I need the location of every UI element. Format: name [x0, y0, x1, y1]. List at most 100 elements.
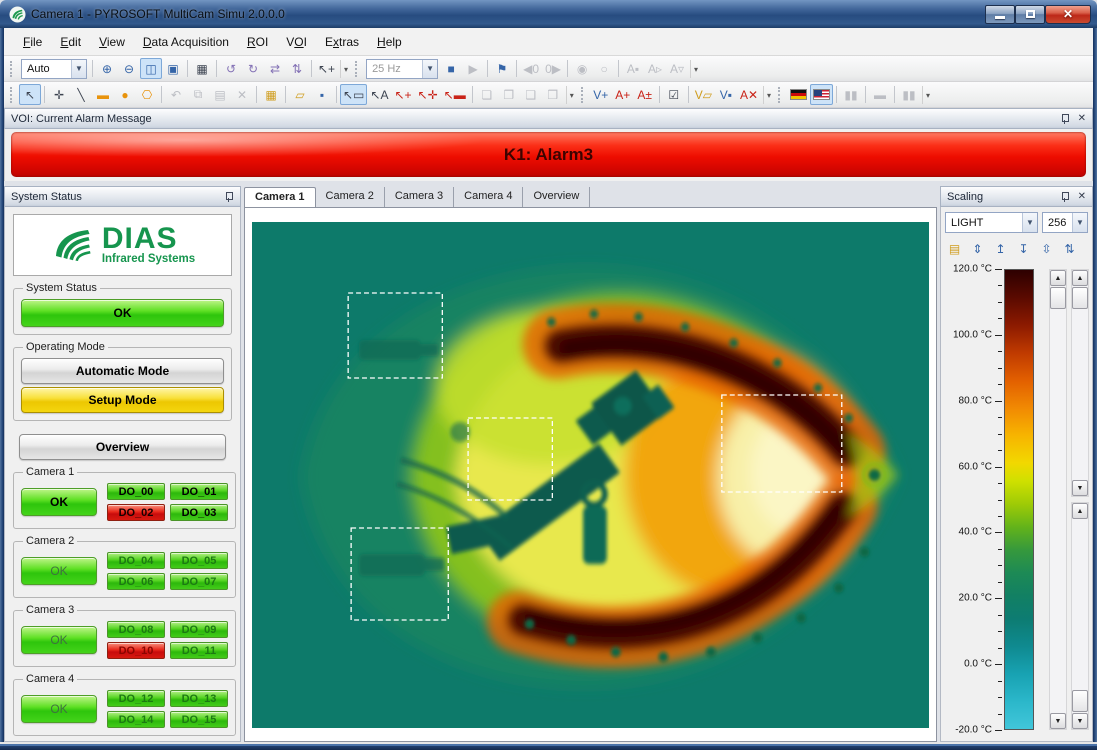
roi-move-mode-icon[interactable]: ↖✛	[415, 84, 441, 105]
alarm-add-icon[interactable]: A+	[612, 84, 634, 105]
scale-expand-icon[interactable]: ⇕	[966, 238, 989, 259]
automatic-mode-button[interactable]: Automatic Mode	[21, 358, 224, 384]
menu-extras[interactable]: Extras	[316, 31, 368, 53]
maximize-button[interactable]	[1015, 5, 1045, 24]
digital-output-do_00[interactable]: DO_00	[107, 483, 165, 500]
delete-icon[interactable]: ✕	[231, 84, 253, 105]
pin-icon[interactable]	[1060, 113, 1070, 124]
toolbar-overflow-icon[interactable]: ▾	[763, 86, 774, 104]
toolbar-overflow-icon[interactable]: ▾	[922, 86, 933, 104]
scrollbar-thumb[interactable]	[1072, 690, 1088, 712]
record-save-icon[interactable]: ◉	[571, 58, 593, 79]
flip-horizontal-icon[interactable]: ⇄	[264, 58, 286, 79]
toolbar-grip[interactable]	[778, 87, 783, 103]
camera-1-status-button[interactable]: OK	[21, 488, 97, 516]
framerate-combo[interactable]: 25 Hz▼	[366, 59, 438, 79]
grid-icon[interactable]: ▦	[191, 58, 213, 79]
roi-point-icon[interactable]: ✛	[48, 84, 70, 105]
alarm-add-output-icon[interactable]: A±	[634, 84, 656, 105]
digital-output-do_07[interactable]: DO_07	[170, 573, 228, 590]
menu-help[interactable]: Help	[368, 31, 411, 53]
toolbar-grip[interactable]	[10, 87, 15, 103]
language-english-flag[interactable]	[810, 84, 833, 105]
scale-min-adjust-icon[interactable]: ↧	[1012, 238, 1035, 259]
pointer-add-icon[interactable]: ↖+	[315, 58, 338, 79]
palette-combo[interactable]: LIGHT ▼	[945, 212, 1038, 233]
scroll-up-icon[interactable]: ▲	[1072, 503, 1088, 519]
copy-icon[interactable]: ⧉	[187, 84, 209, 105]
voi-save-icon[interactable]: V▪	[715, 84, 737, 105]
scale-compress-icon[interactable]: ⇳	[1035, 238, 1058, 259]
minimize-button[interactable]	[985, 5, 1015, 24]
overview-button[interactable]: Overview	[19, 434, 226, 460]
scroll-down-icon[interactable]: ▼	[1072, 713, 1088, 729]
close-button[interactable]: ✕	[1045, 5, 1091, 24]
scroll-up-icon[interactable]: ▲	[1072, 270, 1088, 286]
menu-roi[interactable]: ROI	[238, 31, 277, 53]
save-list-icon[interactable]: A▿	[666, 58, 688, 79]
stop-icon[interactable]: ■	[440, 58, 462, 79]
paste-icon[interactable]: ▤	[209, 84, 231, 105]
select-pointer-icon[interactable]: ↖	[19, 84, 41, 105]
roi-polygon-icon[interactable]: ⎔	[136, 84, 158, 105]
toolbar-grip[interactable]	[355, 61, 360, 77]
roi-label-mode-icon[interactable]: ↖A	[367, 84, 391, 105]
menu-voi[interactable]: VOI	[277, 31, 316, 53]
scale-autoscale-icon[interactable]: ⇅	[1058, 238, 1081, 259]
voi-add-icon[interactable]: V+	[590, 84, 612, 105]
pin-icon[interactable]	[1060, 191, 1070, 202]
digital-output-do_08[interactable]: DO_08	[107, 621, 165, 638]
record-single-icon[interactable]: ○	[593, 58, 615, 79]
digital-output-do_06[interactable]: DO_06	[107, 573, 165, 590]
digital-output-do_02[interactable]: DO_02	[107, 504, 165, 521]
system-status-ok-button[interactable]: OK	[21, 299, 224, 327]
digital-output-do_05[interactable]: DO_05	[170, 552, 228, 569]
tab-camera-4[interactable]: Camera 4	[454, 187, 523, 207]
roi-rectangle-icon[interactable]: ▬	[92, 84, 114, 105]
digital-output-do_15[interactable]: DO_15	[170, 711, 228, 728]
menu-data-acquisition[interactable]: Data Acquisition	[134, 31, 238, 53]
tab-overview[interactable]: Overview	[523, 187, 590, 207]
step-forward-icon[interactable]: 0▶	[542, 58, 564, 79]
flip-vertical-icon[interactable]: ⇅	[286, 58, 308, 79]
scale-max-adjust-icon[interactable]: ↥	[989, 238, 1012, 259]
roi-line-icon[interactable]: ╲	[70, 84, 92, 105]
rotate-right-icon[interactable]: ↻	[242, 58, 264, 79]
play-icon[interactable]: ▶	[462, 58, 484, 79]
digital-output-do_04[interactable]: DO_04	[107, 552, 165, 569]
digital-output-do_10[interactable]: DO_10	[107, 642, 165, 659]
save-page-icon[interactable]: A▹	[644, 58, 666, 79]
layout-split-horizontal-icon[interactable]: ▬	[869, 84, 891, 105]
toolbar-overflow-icon[interactable]: ▾	[690, 60, 701, 78]
scale-max-scrollbar[interactable]: ▲ ▼	[1071, 269, 1089, 497]
zoom-out-icon[interactable]: ⊖	[118, 58, 140, 79]
arrange-front-icon[interactable]: ❏	[476, 84, 498, 105]
arrange-backward-icon[interactable]: ❒	[542, 84, 564, 105]
tab-camera-2[interactable]: Camera 2	[316, 187, 385, 207]
arrange-back-icon[interactable]: ❐	[498, 84, 520, 105]
tab-camera-1[interactable]: Camera 1	[244, 187, 316, 207]
save-ascii-icon[interactable]: A▪	[622, 58, 644, 79]
arrange-forward-icon[interactable]: ❑	[520, 84, 542, 105]
scroll-down-icon[interactable]: ▼	[1072, 480, 1088, 496]
roi-add-mode-icon[interactable]: ↖+	[391, 84, 414, 105]
zoom-in-icon[interactable]: ⊕	[96, 58, 118, 79]
digital-output-do_14[interactable]: DO_14	[107, 711, 165, 728]
close-pane-icon[interactable]: ✕	[1078, 113, 1086, 124]
roi-save-icon[interactable]: ▪	[311, 84, 333, 105]
setup-mode-button[interactable]: Setup Mode	[21, 387, 224, 413]
digital-output-do_13[interactable]: DO_13	[170, 690, 228, 707]
scrollbar-thumb[interactable]	[1072, 287, 1088, 309]
full-image-icon[interactable]: ▣	[162, 58, 184, 79]
digital-output-do_11[interactable]: DO_11	[170, 642, 228, 659]
rotate-left-icon[interactable]: ↺	[220, 58, 242, 79]
fit-to-window-icon[interactable]: ◫	[140, 58, 162, 79]
language-german-flag[interactable]	[787, 84, 810, 105]
toolbar-overflow-icon[interactable]: ▾	[340, 60, 351, 78]
undo-icon[interactable]: ↶	[165, 84, 187, 105]
scale-range-scrollbar[interactable]: ▲ ▼	[1049, 269, 1067, 730]
digital-output-do_12[interactable]: DO_12	[107, 690, 165, 707]
roi-ellipse-icon[interactable]: ●	[114, 84, 136, 105]
step-backward-icon[interactable]: ◀0	[520, 58, 542, 79]
camera-2-status-button[interactable]: OK	[21, 557, 97, 585]
